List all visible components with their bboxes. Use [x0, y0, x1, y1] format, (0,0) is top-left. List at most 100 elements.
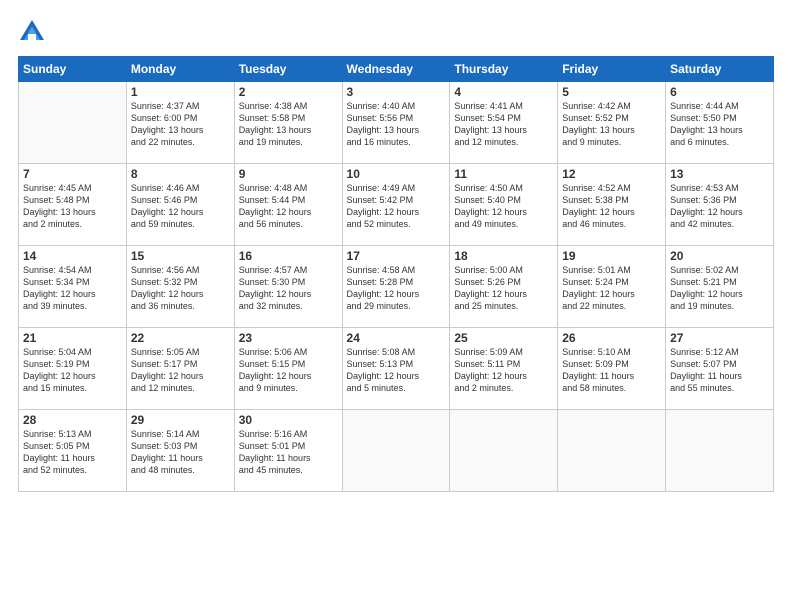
calendar-week-1: 1Sunrise: 4:37 AM Sunset: 6:00 PM Daylig… [19, 82, 774, 164]
calendar-cell: 29Sunrise: 5:14 AM Sunset: 5:03 PM Dayli… [126, 410, 234, 492]
calendar-cell: 8Sunrise: 4:46 AM Sunset: 5:46 PM Daylig… [126, 164, 234, 246]
day-number: 29 [131, 413, 230, 427]
day-info: Sunrise: 4:44 AM Sunset: 5:50 PM Dayligh… [670, 100, 769, 149]
day-number: 14 [23, 249, 122, 263]
calendar-cell: 4Sunrise: 4:41 AM Sunset: 5:54 PM Daylig… [450, 82, 558, 164]
calendar-cell: 24Sunrise: 5:08 AM Sunset: 5:13 PM Dayli… [342, 328, 450, 410]
calendar-cell [450, 410, 558, 492]
day-info: Sunrise: 5:06 AM Sunset: 5:15 PM Dayligh… [239, 346, 338, 395]
day-info: Sunrise: 4:38 AM Sunset: 5:58 PM Dayligh… [239, 100, 338, 149]
day-info: Sunrise: 4:58 AM Sunset: 5:28 PM Dayligh… [347, 264, 446, 313]
day-info: Sunrise: 4:50 AM Sunset: 5:40 PM Dayligh… [454, 182, 553, 231]
day-info: Sunrise: 4:48 AM Sunset: 5:44 PM Dayligh… [239, 182, 338, 231]
calendar-header-row: SundayMondayTuesdayWednesdayThursdayFrid… [19, 57, 774, 82]
calendar-cell: 10Sunrise: 4:49 AM Sunset: 5:42 PM Dayli… [342, 164, 450, 246]
day-number: 12 [562, 167, 661, 181]
day-number: 28 [23, 413, 122, 427]
calendar-cell [19, 82, 127, 164]
day-number: 24 [347, 331, 446, 345]
calendar-cell [558, 410, 666, 492]
calendar-header-sunday: Sunday [19, 57, 127, 82]
calendar-week-3: 14Sunrise: 4:54 AM Sunset: 5:34 PM Dayli… [19, 246, 774, 328]
calendar-header-saturday: Saturday [666, 57, 774, 82]
day-info: Sunrise: 5:04 AM Sunset: 5:19 PM Dayligh… [23, 346, 122, 395]
calendar-week-5: 28Sunrise: 5:13 AM Sunset: 5:05 PM Dayli… [19, 410, 774, 492]
calendar-cell: 9Sunrise: 4:48 AM Sunset: 5:44 PM Daylig… [234, 164, 342, 246]
day-info: Sunrise: 4:46 AM Sunset: 5:46 PM Dayligh… [131, 182, 230, 231]
header [18, 18, 774, 46]
day-info: Sunrise: 4:56 AM Sunset: 5:32 PM Dayligh… [131, 264, 230, 313]
day-number: 26 [562, 331, 661, 345]
calendar-cell: 27Sunrise: 5:12 AM Sunset: 5:07 PM Dayli… [666, 328, 774, 410]
day-number: 25 [454, 331, 553, 345]
day-number: 4 [454, 85, 553, 99]
day-info: Sunrise: 4:37 AM Sunset: 6:00 PM Dayligh… [131, 100, 230, 149]
day-info: Sunrise: 5:10 AM Sunset: 5:09 PM Dayligh… [562, 346, 661, 395]
day-number: 3 [347, 85, 446, 99]
calendar-cell: 14Sunrise: 4:54 AM Sunset: 5:34 PM Dayli… [19, 246, 127, 328]
day-number: 5 [562, 85, 661, 99]
day-info: Sunrise: 5:13 AM Sunset: 5:05 PM Dayligh… [23, 428, 122, 477]
logo [18, 18, 50, 46]
day-info: Sunrise: 4:40 AM Sunset: 5:56 PM Dayligh… [347, 100, 446, 149]
day-number: 16 [239, 249, 338, 263]
day-number: 23 [239, 331, 338, 345]
day-number: 20 [670, 249, 769, 263]
calendar-cell: 2Sunrise: 4:38 AM Sunset: 5:58 PM Daylig… [234, 82, 342, 164]
calendar-cell: 17Sunrise: 4:58 AM Sunset: 5:28 PM Dayli… [342, 246, 450, 328]
calendar-cell: 30Sunrise: 5:16 AM Sunset: 5:01 PM Dayli… [234, 410, 342, 492]
calendar-cell [342, 410, 450, 492]
calendar-cell: 7Sunrise: 4:45 AM Sunset: 5:48 PM Daylig… [19, 164, 127, 246]
page: SundayMondayTuesdayWednesdayThursdayFrid… [0, 0, 792, 612]
calendar-cell: 12Sunrise: 4:52 AM Sunset: 5:38 PM Dayli… [558, 164, 666, 246]
day-number: 2 [239, 85, 338, 99]
calendar-cell: 25Sunrise: 5:09 AM Sunset: 5:11 PM Dayli… [450, 328, 558, 410]
calendar-header-friday: Friday [558, 57, 666, 82]
day-info: Sunrise: 5:12 AM Sunset: 5:07 PM Dayligh… [670, 346, 769, 395]
day-info: Sunrise: 4:41 AM Sunset: 5:54 PM Dayligh… [454, 100, 553, 149]
day-info: Sunrise: 4:49 AM Sunset: 5:42 PM Dayligh… [347, 182, 446, 231]
calendar-cell: 15Sunrise: 4:56 AM Sunset: 5:32 PM Dayli… [126, 246, 234, 328]
day-info: Sunrise: 4:57 AM Sunset: 5:30 PM Dayligh… [239, 264, 338, 313]
day-number: 30 [239, 413, 338, 427]
day-number: 9 [239, 167, 338, 181]
calendar-cell: 18Sunrise: 5:00 AM Sunset: 5:26 PM Dayli… [450, 246, 558, 328]
day-number: 10 [347, 167, 446, 181]
calendar-cell [666, 410, 774, 492]
calendar-cell: 26Sunrise: 5:10 AM Sunset: 5:09 PM Dayli… [558, 328, 666, 410]
day-number: 21 [23, 331, 122, 345]
calendar-cell: 11Sunrise: 4:50 AM Sunset: 5:40 PM Dayli… [450, 164, 558, 246]
day-number: 7 [23, 167, 122, 181]
calendar-cell: 13Sunrise: 4:53 AM Sunset: 5:36 PM Dayli… [666, 164, 774, 246]
day-info: Sunrise: 4:45 AM Sunset: 5:48 PM Dayligh… [23, 182, 122, 231]
day-number: 13 [670, 167, 769, 181]
day-number: 11 [454, 167, 553, 181]
day-info: Sunrise: 5:00 AM Sunset: 5:26 PM Dayligh… [454, 264, 553, 313]
day-info: Sunrise: 5:09 AM Sunset: 5:11 PM Dayligh… [454, 346, 553, 395]
day-number: 19 [562, 249, 661, 263]
calendar-cell: 19Sunrise: 5:01 AM Sunset: 5:24 PM Dayli… [558, 246, 666, 328]
day-info: Sunrise: 5:05 AM Sunset: 5:17 PM Dayligh… [131, 346, 230, 395]
calendar-header-monday: Monday [126, 57, 234, 82]
calendar-cell: 3Sunrise: 4:40 AM Sunset: 5:56 PM Daylig… [342, 82, 450, 164]
calendar-header-wednesday: Wednesday [342, 57, 450, 82]
calendar-week-2: 7Sunrise: 4:45 AM Sunset: 5:48 PM Daylig… [19, 164, 774, 246]
logo-icon [18, 18, 46, 46]
calendar-cell: 23Sunrise: 5:06 AM Sunset: 5:15 PM Dayli… [234, 328, 342, 410]
day-info: Sunrise: 4:53 AM Sunset: 5:36 PM Dayligh… [670, 182, 769, 231]
calendar-header-thursday: Thursday [450, 57, 558, 82]
day-number: 1 [131, 85, 230, 99]
day-info: Sunrise: 5:14 AM Sunset: 5:03 PM Dayligh… [131, 428, 230, 477]
calendar-cell: 5Sunrise: 4:42 AM Sunset: 5:52 PM Daylig… [558, 82, 666, 164]
calendar-table: SundayMondayTuesdayWednesdayThursdayFrid… [18, 56, 774, 492]
calendar-cell: 6Sunrise: 4:44 AM Sunset: 5:50 PM Daylig… [666, 82, 774, 164]
calendar-week-4: 21Sunrise: 5:04 AM Sunset: 5:19 PM Dayli… [19, 328, 774, 410]
calendar-cell: 28Sunrise: 5:13 AM Sunset: 5:05 PM Dayli… [19, 410, 127, 492]
day-number: 8 [131, 167, 230, 181]
calendar-cell: 21Sunrise: 5:04 AM Sunset: 5:19 PM Dayli… [19, 328, 127, 410]
calendar-cell: 20Sunrise: 5:02 AM Sunset: 5:21 PM Dayli… [666, 246, 774, 328]
calendar-cell: 16Sunrise: 4:57 AM Sunset: 5:30 PM Dayli… [234, 246, 342, 328]
calendar-cell: 1Sunrise: 4:37 AM Sunset: 6:00 PM Daylig… [126, 82, 234, 164]
day-number: 17 [347, 249, 446, 263]
day-info: Sunrise: 4:52 AM Sunset: 5:38 PM Dayligh… [562, 182, 661, 231]
